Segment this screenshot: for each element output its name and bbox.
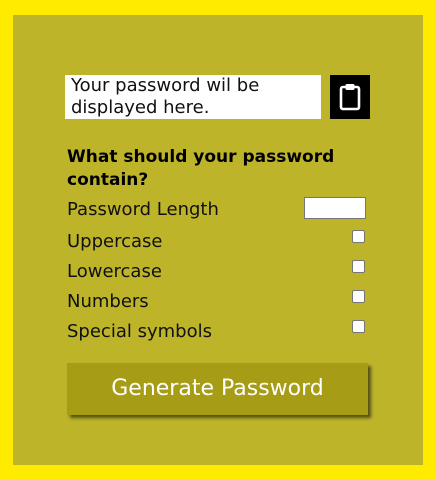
clipboard-icon [339, 84, 361, 111]
uppercase-checkbox[interactable] [352, 230, 365, 243]
uppercase-label: Uppercase [67, 231, 163, 252]
lowercase-label: Lowercase [67, 261, 162, 282]
app-frame: Your password wil be displayed here. Wha… [0, 0, 435, 479]
numbers-checkbox[interactable] [352, 290, 365, 303]
lowercase-row: Lowercase [67, 259, 367, 285]
special-symbols-checkbox[interactable] [352, 320, 365, 333]
generate-password-button[interactable]: Generate Password [67, 363, 368, 415]
copy-to-clipboard-button[interactable] [330, 75, 370, 119]
uppercase-row: Uppercase [67, 229, 367, 255]
password-length-label: Password Length [67, 199, 219, 220]
options-heading: What should your password contain? [67, 147, 335, 190]
special-symbols-label: Special symbols [67, 321, 212, 342]
password-output-text: Your password wil be displayed here. [71, 75, 260, 118]
special-symbols-row: Special symbols [67, 319, 367, 345]
password-generator-panel: Your password wil be displayed here. Wha… [13, 15, 423, 465]
password-output: Your password wil be displayed here. [65, 75, 321, 119]
password-length-input[interactable] [304, 197, 366, 219]
numbers-label: Numbers [67, 291, 149, 312]
password-length-row: Password Length [67, 197, 367, 223]
numbers-row: Numbers [67, 289, 367, 315]
lowercase-checkbox[interactable] [352, 260, 365, 273]
